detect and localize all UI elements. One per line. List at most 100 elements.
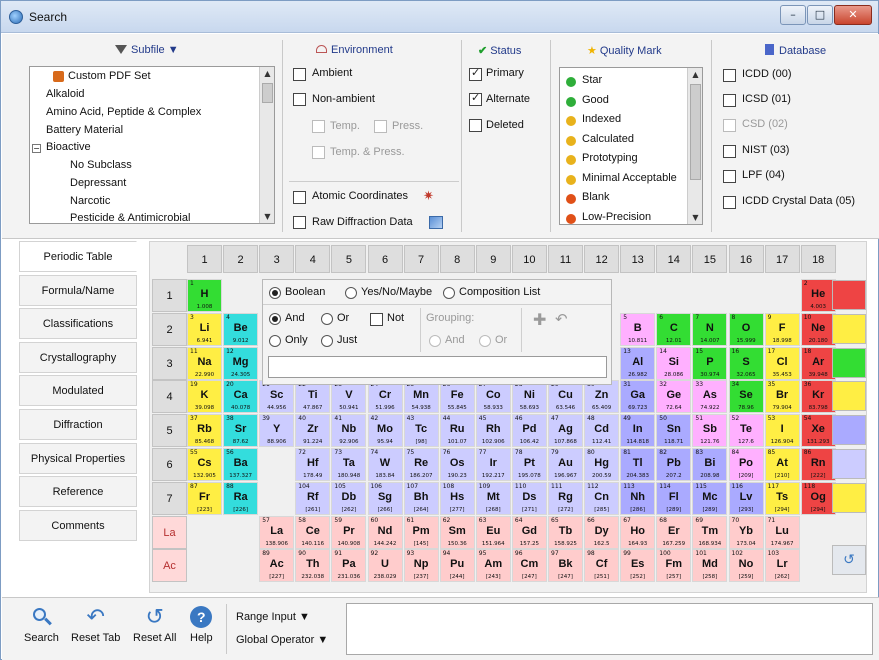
icdd-crystal-05-checkbox[interactable] <box>723 196 736 209</box>
color-swatch[interactable] <box>832 415 866 446</box>
group-header[interactable]: 8 <box>439 245 475 273</box>
tab-item[interactable]: Modulated <box>19 375 137 407</box>
color-swatch[interactable] <box>832 381 866 412</box>
tree-item[interactable]: Depressant <box>70 177 126 189</box>
group-header[interactable]: 10 <box>511 245 547 273</box>
element-rh[interactable]: 45 Rh 102.906 <box>475 414 511 448</box>
help-button[interactable]: ? Help <box>190 606 213 644</box>
element-eu[interactable]: 63 Eu 151.964 <box>475 515 511 549</box>
element-yb[interactable]: 70 Yb 173.04 <box>728 515 764 549</box>
element-h[interactable]: 1 H 1.008 <box>187 279 222 312</box>
element-te[interactable]: 52 Te 127.6 <box>728 414 764 448</box>
period-header[interactable]: La <box>152 515 187 549</box>
element-ba[interactable]: 56 Ba 137.327 <box>223 448 259 481</box>
element-au[interactable]: 79 Au 196.967 <box>548 448 583 481</box>
icsd-01-checkbox[interactable] <box>723 94 736 107</box>
element-lv[interactable]: 116 Lv [293] <box>728 481 764 515</box>
composition-list-radio[interactable] <box>443 287 455 299</box>
element-ti[interactable]: 22Ti47.867 <box>295 380 331 414</box>
group-header[interactable]: 16 <box>728 245 764 273</box>
quality-scrollbar[interactable]: ▲ ▼ <box>687 68 702 224</box>
reset-tab-button[interactable]: ↶ Reset Tab <box>71 606 120 645</box>
quality-item[interactable]: Blank <box>582 191 610 203</box>
group-header[interactable]: 18 <box>800 245 836 273</box>
icdd-00-checkbox[interactable] <box>723 69 736 82</box>
period-header[interactable]: 1 <box>152 279 187 312</box>
range-input-dropdown[interactable]: Range Input ▼ <box>236 611 310 623</box>
element-nh[interactable]: 113 Nh [286] <box>620 481 656 515</box>
element-ra[interactable]: 88 Ra [226] <box>223 481 259 515</box>
element-la[interactable]: 57 La 138.906 <box>259 515 295 549</box>
element-sm[interactable]: 62 Sm 150.36 <box>439 515 475 549</box>
element-rb[interactable]: 37 Rb 85.468 <box>187 414 222 448</box>
raw-diffraction-checkbox[interactable] <box>293 216 306 229</box>
element-ce[interactable]: 58 Ce 140.116 <box>295 515 331 549</box>
element-ga[interactable]: 31 Ga 69.723 <box>620 380 656 414</box>
element-tl[interactable]: 81 Tl 204.383 <box>620 448 656 481</box>
element-es[interactable]: 99 Es [252] <box>620 549 656 583</box>
tab-item[interactable]: Reference <box>19 476 137 508</box>
element-er[interactable]: 68 Er 167.259 <box>656 515 692 549</box>
period-header[interactable]: 6 <box>152 448 187 481</box>
quality-mark-list[interactable]: ▲ ▼ Star Good Indexed Calculated Prototyping M… <box>559 67 703 225</box>
color-swatch[interactable] <box>832 347 866 378</box>
maximize-button[interactable]: □ <box>807 5 833 25</box>
element-gd[interactable]: 64 Gd 157.25 <box>511 515 547 549</box>
element-in[interactable]: 49 In 114.818 <box>620 414 656 448</box>
group-header[interactable]: 13 <box>620 245 656 273</box>
group-header[interactable]: 9 <box>475 245 511 273</box>
element-tm[interactable]: 69 Tm 168.934 <box>692 515 728 549</box>
nist-03-checkbox[interactable] <box>723 145 736 158</box>
press-checkbox[interactable] <box>374 120 387 133</box>
group-header[interactable]: 15 <box>692 245 728 273</box>
element-np[interactable]: 93 Np [237] <box>403 549 439 583</box>
tree-item[interactable]: Amino Acid, Peptide & Complex <box>46 106 201 118</box>
element-at[interactable]: 85 At [210] <box>764 448 800 481</box>
temp-press-checkbox[interactable] <box>312 146 325 159</box>
quality-item[interactable]: Prototyping <box>582 152 638 164</box>
element-nd[interactable]: 60 Nd 144.242 <box>367 515 403 549</box>
element-cl[interactable]: 17 Cl 35.453 <box>764 346 800 380</box>
period-header[interactable]: 7 <box>152 481 187 515</box>
element-cu[interactable]: 29Cu63.546 <box>548 380 583 414</box>
group-header[interactable]: 12 <box>584 245 620 273</box>
tab-item[interactable]: Comments <box>19 509 137 541</box>
element-os[interactable]: 76 Os 190.23 <box>439 448 475 481</box>
element-sn[interactable]: 50 Sn 118.71 <box>656 414 692 448</box>
element-db[interactable]: 105 Db [262] <box>331 481 367 515</box>
element-bh[interactable]: 107 Bh [264] <box>403 481 439 515</box>
grouping-and-radio[interactable] <box>429 335 441 347</box>
element-mo[interactable]: 42 Mo 95.94 <box>367 414 403 448</box>
element-br[interactable]: 35 Br 79.904 <box>764 380 800 414</box>
element-dy[interactable]: 66 Dy 162.5 <box>584 515 620 549</box>
element-sb[interactable]: 51 Sb 121.76 <box>692 414 728 448</box>
quality-item[interactable]: Calculated <box>582 133 634 145</box>
element-cr[interactable]: 24Cr51.996 <box>367 380 403 414</box>
element-rg[interactable]: 111 Rg [272] <box>548 481 583 515</box>
element-pt[interactable]: 78 Pt 195.078 <box>511 448 547 481</box>
element-mn[interactable]: 25Mn54.938 <box>403 380 439 414</box>
subfile-header[interactable]: Subfile ▼ <box>115 44 179 56</box>
csd-02-checkbox[interactable] <box>723 119 736 132</box>
reset-colors-icon[interactable]: ↺ <box>832 545 866 576</box>
search-button[interactable]: Search <box>24 606 59 644</box>
query-text-area[interactable] <box>346 603 873 655</box>
lpf-04-checkbox[interactable] <box>723 170 736 183</box>
element-ar[interactable]: 18 Ar 39.948 <box>800 346 836 380</box>
atomic-coordinates-checkbox[interactable] <box>293 191 306 204</box>
tree-item[interactable]: Battery Material <box>46 124 123 136</box>
subfile-tree[interactable]: Custom PDF Set Alkaloid Amino Acid, Pept… <box>29 66 275 224</box>
tree-item[interactable]: Alkaloid <box>46 88 85 100</box>
element-sg[interactable]: 106 Sg [266] <box>367 481 403 515</box>
element-ne[interactable]: 10 Ne 20.180 <box>800 312 836 346</box>
reset-all-button[interactable]: ↺ Reset All <box>133 606 176 645</box>
element-ds[interactable]: 110 Ds [271] <box>511 481 547 515</box>
tab-item[interactable]: Periodic Table <box>19 241 137 272</box>
element-pu[interactable]: 94 Pu [244] <box>439 549 475 583</box>
element-co[interactable]: 27Co58.933 <box>475 380 511 414</box>
element-cd[interactable]: 48 Cd 112.41 <box>584 414 620 448</box>
element-lu[interactable]: 71 Lu 174.967 <box>764 515 800 549</box>
element-al[interactable]: 13 Al 26.982 <box>620 346 656 380</box>
element-c[interactable]: 6 C 12.01 <box>656 312 692 346</box>
formula-input[interactable] <box>268 356 607 378</box>
